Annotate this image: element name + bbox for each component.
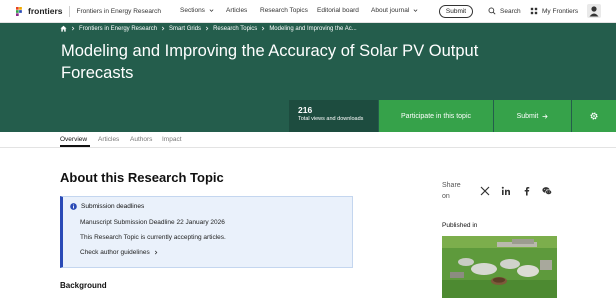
manuscript-deadline: Manuscript Submission Deadline 22 Januar… (80, 219, 225, 226)
x-icon[interactable] (480, 186, 490, 196)
nav-my-frontiers-label: My Frontiers (542, 7, 579, 15)
author-guidelines-label: Check author guidelines (80, 249, 150, 256)
background-heading: Background (60, 281, 107, 290)
chevron-right-icon (161, 26, 165, 31)
search-icon (488, 7, 496, 15)
nav-search-label: Search (500, 7, 521, 15)
home-icon[interactable] (60, 25, 67, 32)
chevron-right-icon (154, 250, 158, 255)
nav-research-topics-label: Research Topics (260, 7, 308, 14)
breadcrumb: Frontiers in Energy Research Smart Grids… (60, 24, 357, 33)
submit-topic-button[interactable]: Submit (494, 100, 571, 132)
tab-overview[interactable]: Overview (60, 136, 87, 143)
gear-icon (590, 112, 598, 120)
chevron-right-icon (71, 26, 75, 31)
frontiers-logo-icon (16, 6, 22, 16)
submit-topic-button-label: Submit (516, 112, 539, 120)
info-icon (70, 203, 77, 210)
chevron-right-icon (205, 26, 209, 31)
topic-tabs: Overview Articles Authors Impact (0, 132, 616, 148)
arrow-right-icon (542, 113, 549, 119)
published-in-label: Published in (442, 222, 478, 229)
accepting-status: This Research Topic is currently accepti… (80, 234, 226, 241)
nav-search[interactable]: Search (488, 7, 521, 15)
nav-editorial-board[interactable]: Editorial board (317, 7, 359, 14)
participate-button-label: Participate in this topic (400, 112, 472, 120)
views-stats: 216 Total views and downloads (289, 100, 378, 132)
facebook-icon[interactable] (522, 186, 532, 196)
grid-icon (530, 7, 538, 15)
biogas-plant-photo (442, 236, 557, 298)
participate-button[interactable]: Participate in this topic (379, 100, 493, 132)
nav-sections-label: Sections (180, 7, 205, 14)
chevron-down-icon (413, 9, 418, 12)
tab-articles[interactable]: Articles (98, 136, 119, 143)
nav-articles[interactable]: Articles (226, 7, 247, 14)
submission-deadlines-box: Submission deadlines Manuscript Submissi… (60, 196, 353, 268)
nav-sections[interactable]: Sections (180, 7, 214, 14)
tab-authors[interactable]: Authors (130, 136, 152, 143)
nav-my-frontiers[interactable]: My Frontiers (530, 7, 578, 15)
hero-banner: Frontiers in Energy Research Smart Grids… (0, 23, 616, 132)
settings-button[interactable] (572, 100, 616, 132)
nav-editorial-board-label: Editorial board (317, 7, 359, 14)
breadcrumb-current: Modeling and Improving the Ac... (269, 25, 357, 32)
nav-submit-button[interactable]: Submit (439, 5, 473, 18)
nav-about-journal-label: About journal (371, 7, 410, 14)
breadcrumb-item[interactable]: Frontiers in Energy Research (79, 26, 157, 32)
deadlines-heading: Submission deadlines (70, 203, 144, 210)
nav-articles-label: Articles (226, 7, 248, 14)
chevron-right-icon (262, 26, 265, 31)
linkedin-icon[interactable] (501, 186, 511, 196)
published-in-image[interactable] (442, 236, 557, 298)
breadcrumb-item[interactable]: Smart Grids (169, 26, 201, 32)
nav-divider (69, 5, 71, 17)
author-guidelines-link[interactable]: Check author guidelines (80, 249, 158, 256)
active-tab-indicator (60, 145, 90, 147)
frontiers-brand[interactable]: frontiers (16, 0, 62, 23)
tab-impact[interactable]: Impact (162, 136, 182, 143)
share-label: Share on (442, 182, 461, 200)
section-title: About this Research Topic (60, 170, 224, 185)
breadcrumb-item[interactable]: Research Topics (213, 26, 257, 32)
views-label: Total views and downloads (298, 116, 364, 122)
views-count: 216 (298, 105, 313, 115)
avatar-icon[interactable] (587, 4, 601, 18)
nav-research-topics[interactable]: Research Topics (260, 7, 308, 14)
top-navigation: frontiers Frontiers in Energy Research S… (0, 0, 616, 23)
chevron-down-icon (209, 9, 214, 12)
deadlines-heading-text: Submission deadlines (81, 203, 145, 210)
brand-name: frontiers (28, 6, 63, 16)
wechat-icon[interactable] (542, 186, 552, 196)
journal-name-link[interactable]: Frontiers in Energy Research (76, 8, 161, 15)
page-title: Modeling and Improving the Accuracy of S… (61, 42, 479, 82)
nav-about-journal[interactable]: About journal (371, 7, 418, 14)
